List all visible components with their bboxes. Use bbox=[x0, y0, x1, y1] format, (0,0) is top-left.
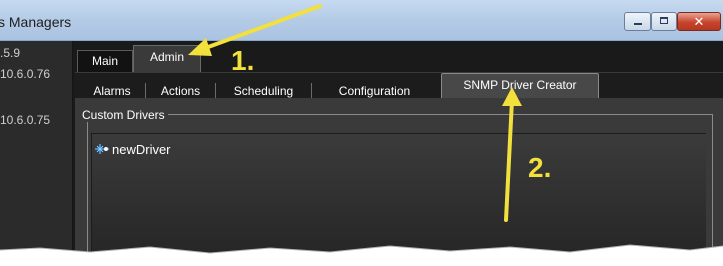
custom-drivers-title: Custom Drivers bbox=[79, 108, 168, 122]
tab-main[interactable]: Main bbox=[77, 50, 133, 72]
driver-name: newDriver bbox=[112, 142, 171, 157]
tab-admin[interactable]: Admin bbox=[133, 45, 201, 72]
host-item[interactable]: 10.6.0.75 bbox=[0, 113, 50, 127]
tab-snmp-driver-creator[interactable]: SNMP Driver Creator bbox=[441, 73, 599, 99]
host-item[interactable]: .5.9 bbox=[0, 46, 20, 60]
admin-sub-tab-bar: Alarms Actions Scheduling Configuration … bbox=[75, 72, 723, 99]
close-icon: ✕ bbox=[693, 14, 705, 29]
close-button[interactable]: ✕ bbox=[677, 12, 721, 31]
maximize-icon bbox=[660, 17, 668, 24]
tab-scheduling[interactable]: Scheduling bbox=[215, 83, 311, 99]
minimize-button[interactable] bbox=[624, 12, 651, 31]
window-title: s Managers bbox=[0, 14, 72, 30]
tab-actions[interactable]: Actions bbox=[145, 83, 215, 99]
host-item[interactable]: 10.6.0.76 bbox=[0, 67, 50, 81]
maximize-button[interactable] bbox=[651, 12, 677, 31]
application-window: s Managers ✕ .5.9 10.6.0.76 10.6.0.75 Ma… bbox=[0, 0, 723, 266]
minimize-icon bbox=[634, 23, 642, 25]
torn-edge bbox=[0, 244, 723, 266]
title-bar[interactable]: s Managers ✕ bbox=[0, 0, 723, 41]
driver-icon bbox=[95, 144, 109, 154]
tab-alarms[interactable]: Alarms bbox=[79, 83, 145, 99]
tab-configuration[interactable]: Configuration bbox=[311, 83, 437, 99]
